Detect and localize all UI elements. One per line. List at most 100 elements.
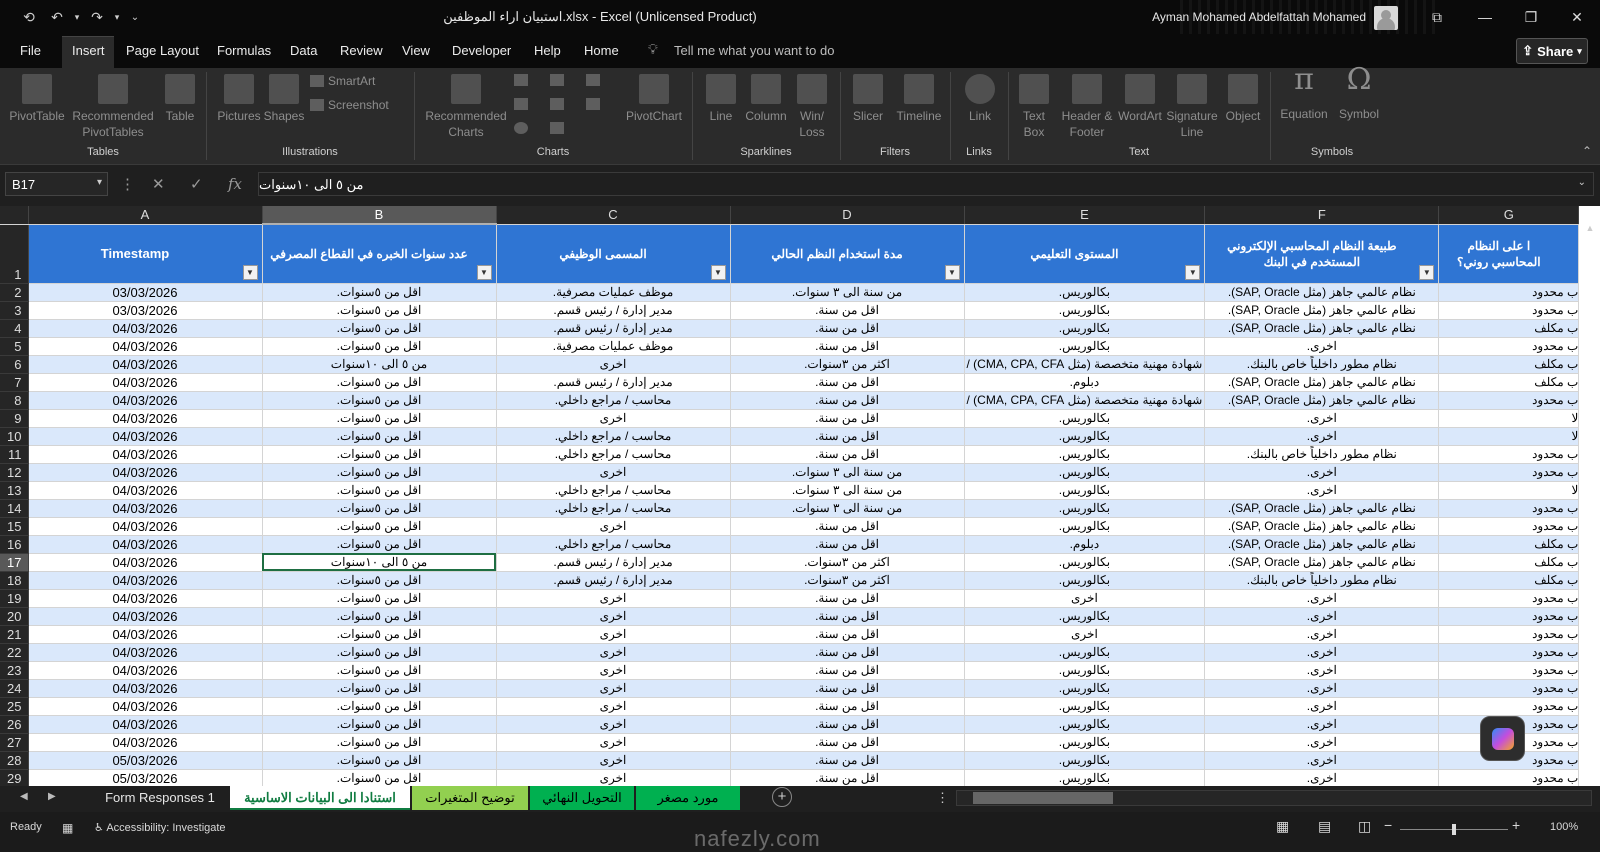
expand-formula-icon[interactable]: ⌄ (1578, 177, 1586, 188)
row-header[interactable]: 12 (0, 463, 29, 482)
cell-system-type[interactable]: اخرى. (1204, 643, 1440, 662)
cell-experience[interactable]: اقل من ٥سنوات. (262, 589, 497, 608)
cell-system-duration[interactable]: اكثر من ٣سنوات. (730, 553, 965, 572)
cell-experience[interactable]: اقل من ٥سنوات. (262, 679, 497, 698)
cell-education[interactable]: بكالوريس. (964, 715, 1206, 734)
cell-job-title[interactable]: مدير إدارة / رئيس قسم. (496, 571, 731, 590)
cell-experience[interactable]: اقل من ٥سنوات. (262, 517, 497, 536)
filter-dropdown-icon[interactable]: ▼ (242, 264, 258, 280)
cell-g[interactable]: ب محدود (1438, 301, 1580, 320)
row-header[interactable]: 11 (0, 445, 29, 464)
cell-timestamp[interactable]: 04/03/2026 (28, 355, 263, 374)
collapse-ribbon-icon[interactable]: ⌃ (1582, 144, 1592, 158)
cell-system-duration[interactable]: اقل من سنة. (730, 337, 965, 356)
cell-job-title[interactable]: اخرى (496, 661, 731, 680)
cell-job-title[interactable]: اخرى (496, 625, 731, 644)
cell-g[interactable]: ب مكلف (1438, 355, 1580, 374)
cell-system-duration[interactable]: اقل من سنة. (730, 391, 965, 410)
tab-insert[interactable]: Insert (72, 43, 105, 58)
row-header[interactable]: 22 (0, 643, 29, 662)
cell-timestamp[interactable]: 03/03/2026 (28, 283, 263, 302)
cell-timestamp[interactable]: 04/03/2026 (28, 535, 263, 554)
cell-job-title[interactable]: مدير إدارة / رئيس قسم. (496, 553, 731, 572)
row-header[interactable]: 14 (0, 499, 29, 518)
cell-system-duration[interactable]: اقل من سنة. (730, 427, 965, 446)
cell-g[interactable]: ب محدود (1438, 769, 1580, 788)
signature-line-button[interactable]: Signature Line (1164, 74, 1220, 140)
cell-job-title[interactable]: محاسب / مراجع داخلي. (496, 445, 731, 464)
header-cell-system-duration[interactable]: مدة استخدام النظم الحالي ▼ (730, 224, 965, 284)
add-sheet-icon[interactable]: + (772, 787, 792, 807)
row-header[interactable]: 7 (0, 373, 29, 392)
cell-timestamp[interactable]: 04/03/2026 (28, 697, 263, 716)
cell-g[interactable]: ب مكلف (1438, 319, 1580, 338)
cell-experience[interactable]: اقل من ٥سنوات. (262, 445, 497, 464)
cell-job-title[interactable]: مدير إدارة / رئيس قسم. (496, 301, 731, 320)
cell-job-title[interactable]: اخرى (496, 715, 731, 734)
cell-system-duration[interactable]: من سنة الى ٣ سنوات. (730, 481, 965, 500)
column-chart-button[interactable] (514, 74, 528, 86)
cell-g[interactable]: ب مكلف (1438, 553, 1580, 572)
normal-view-icon[interactable]: ▦ (1276, 818, 1289, 835)
cell-education[interactable]: بكالوريس. (964, 301, 1206, 320)
cell-g[interactable]: ب مكلف (1438, 373, 1580, 392)
cell-timestamp[interactable]: 04/03/2026 (28, 499, 263, 518)
pie-chart-button[interactable] (514, 122, 528, 134)
waterfall-chart-button[interactable] (550, 98, 564, 110)
row-header[interactable]: 3 (0, 301, 29, 320)
tab-review[interactable]: Review (340, 43, 383, 58)
sheet-tab-final-transform[interactable]: التحويل النهائي (530, 786, 634, 810)
tab-help[interactable]: Help (534, 43, 561, 58)
row-header[interactable]: 29 (0, 769, 29, 788)
pivottable-button[interactable]: PivotTable (8, 74, 66, 124)
cell-education[interactable]: بكالوريس. (964, 409, 1206, 428)
cell-education[interactable]: شهادة مهنية متخصصة (مثل CMA, CPA, CFA) / (964, 355, 1206, 374)
enter-icon[interactable]: ✓ (190, 175, 203, 193)
cell-job-title[interactable]: اخرى (496, 463, 731, 482)
formula-input[interactable]: من ٥ الى ١٠سنوات (258, 172, 1594, 196)
cancel-icon[interactable]: ✕ (152, 175, 165, 193)
cell-job-title[interactable]: اخرى (496, 679, 731, 698)
horizontal-scrollbar[interactable] (956, 790, 1592, 806)
cell-job-title[interactable]: اخرى (496, 607, 731, 626)
cell-education[interactable]: بكالوريس. (964, 283, 1206, 302)
row-header[interactable]: 21 (0, 625, 29, 644)
row-header[interactable]: 9 (0, 409, 29, 428)
cell-system-duration[interactable]: اقل من سنة. (730, 607, 965, 626)
cell-system-type[interactable]: نظام عالمي جاهز (مثل SAP, Oracle). (1204, 499, 1440, 518)
cell-experience[interactable]: اقل من ٥سنوات. (262, 373, 497, 392)
cell-experience[interactable]: اقل من ٥سنوات. (262, 769, 497, 788)
cell-system-duration[interactable]: اقل من سنة. (730, 715, 965, 734)
ribbon-display-icon[interactable]: ⧉ (1422, 6, 1452, 28)
cell-system-type[interactable]: نظام عالمي جاهز (مثل SAP, Oracle). (1204, 391, 1440, 410)
cell-job-title[interactable]: محاسب / مراجع داخلي. (496, 427, 731, 446)
cell-education[interactable]: بكالوريس. (964, 499, 1206, 518)
cell-system-duration[interactable]: اقل من سنة. (730, 409, 965, 428)
cell-job-title[interactable]: اخرى (496, 733, 731, 752)
restore-icon[interactable]: ❐ (1516, 6, 1546, 28)
cell-timestamp[interactable]: 04/03/2026 (28, 553, 263, 572)
sparkline-winloss-button[interactable]: Win/ Loss (792, 74, 832, 140)
cell-g[interactable]: لا (1438, 481, 1580, 500)
cell-timestamp[interactable]: 04/03/2026 (28, 715, 263, 734)
share-button[interactable]: ⇪ Share ▾ (1516, 38, 1588, 64)
cell-timestamp[interactable]: 04/03/2026 (28, 625, 263, 644)
header-cell-experience[interactable]: عدد سنوات الخبره في القطاع المصرفي ▼ (262, 224, 497, 284)
cell-job-title[interactable]: اخرى (496, 589, 731, 608)
column-header-b[interactable]: B (262, 206, 497, 225)
page-break-view-icon[interactable]: ◫ (1358, 818, 1371, 835)
header-cell-g[interactable]: ا على النظام المحاسبي روني؟ (1438, 224, 1580, 284)
cell-experience[interactable]: اقل من ٥سنوات. (262, 337, 497, 356)
cell-experience[interactable]: اقل من ٥سنوات. (262, 751, 497, 770)
zoom-slider[interactable] (1400, 824, 1508, 835)
cell-education[interactable]: اخرى (964, 589, 1206, 608)
cell-job-title[interactable]: موظف عمليات مصرفية. (496, 283, 731, 302)
cell-education[interactable]: بكالوريس. (964, 463, 1206, 482)
cell-timestamp[interactable]: 04/03/2026 (28, 517, 263, 536)
pivotchart-button[interactable]: PivotChart (624, 74, 684, 124)
cell-education[interactable]: بكالوريس. (964, 553, 1206, 572)
row-header[interactable]: 8 (0, 391, 29, 410)
cell-system-duration[interactable]: اقل من سنة. (730, 625, 965, 644)
cell-system-duration[interactable]: اقل من سنة. (730, 535, 965, 554)
sheet-tab-base-data[interactable]: استنادا الى البيانات الاساسية (230, 786, 410, 810)
